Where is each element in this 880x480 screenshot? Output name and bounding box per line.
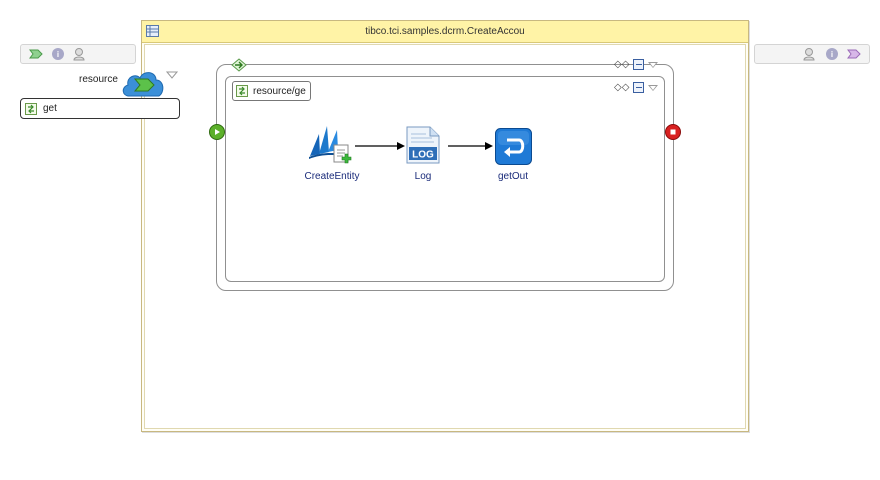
inner-scope-controls: ◇◇ (614, 82, 659, 93)
reference-arrow-icon[interactable] (847, 47, 861, 61)
right-palette: i (754, 44, 870, 64)
activity-log[interactable]: LOG (406, 126, 440, 164)
activity-getout[interactable] (495, 128, 532, 165)
collapse-icon[interactable] (633, 82, 645, 93)
log-icon: LOG (406, 126, 440, 164)
users-icon[interactable] (803, 47, 817, 61)
resource-label: resource (79, 74, 118, 85)
outer-scope-controls: ◇◇ (614, 59, 659, 70)
start-icon[interactable] (209, 124, 225, 140)
operation-icon (236, 85, 248, 97)
svg-text:LOG: LOG (412, 150, 434, 161)
process-header[interactable]: tibco.tci.samples.dcrm.CreateAccou (142, 21, 748, 43)
inner-scope[interactable] (225, 76, 665, 282)
info-icon[interactable]: i (51, 47, 65, 61)
activity-label: getOut (497, 171, 529, 182)
diamond-toggle-icon[interactable]: ◇◇ (614, 82, 629, 93)
operation-label: get (43, 103, 57, 114)
left-palette: i (20, 44, 136, 64)
process-title: tibco.tci.samples.dcrm.CreateAccou (365, 26, 525, 37)
collapse-icon[interactable] (633, 59, 645, 70)
chevron-down-icon[interactable] (648, 61, 659, 68)
chevron-down-icon[interactable] (165, 66, 179, 84)
users-icon[interactable] (73, 47, 87, 61)
operation-get[interactable]: get (20, 98, 180, 119)
reply-icon (495, 128, 532, 165)
diamond-toggle-icon[interactable]: ◇◇ (614, 59, 629, 70)
scope-operation-tag[interactable]: resource/ge (232, 81, 311, 101)
operation-icon (25, 102, 37, 115)
end-icon[interactable] (665, 124, 681, 140)
scope-tag-label: resource/ge (253, 85, 306, 97)
dynamics-crm-icon (309, 126, 352, 164)
activity-label: Log (414, 171, 432, 182)
scope-entry-icon[interactable] (231, 58, 247, 77)
service-arrow-icon[interactable] (29, 47, 43, 61)
process-icon (146, 25, 159, 37)
info-icon[interactable]: i (825, 47, 839, 61)
activity-label: CreateEntity (304, 171, 360, 182)
activity-createentity[interactable] (307, 120, 355, 168)
chevron-down-icon[interactable] (648, 84, 659, 91)
